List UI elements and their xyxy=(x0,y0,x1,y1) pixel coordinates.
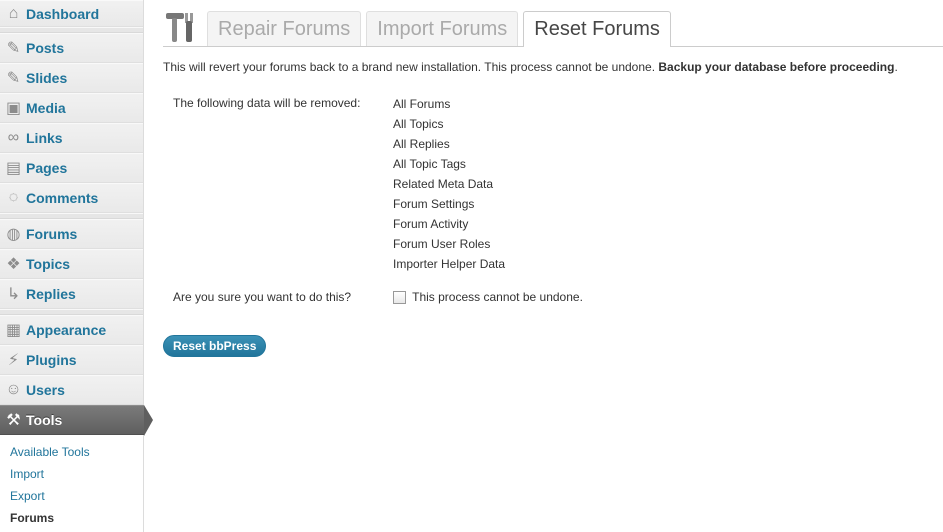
removed-data-label: The following data will be removed: xyxy=(173,96,361,110)
tools-submenu: Available Tools Import Export Forums xyxy=(0,435,144,532)
submenu-export[interactable]: Export xyxy=(0,485,143,507)
nav-tabs: Repair Forums Import Forums Reset Forums xyxy=(163,11,943,47)
intro-text: This will revert your forums back to a b… xyxy=(163,60,898,74)
list-item: Forum Settings xyxy=(393,197,475,211)
menu-label: Dashboard xyxy=(26,5,100,22)
submenu-import[interactable]: Import xyxy=(0,463,143,485)
media-icon: ▣ xyxy=(5,100,22,117)
removed-data-row: The following data will be removed: All … xyxy=(173,96,583,276)
menu-label: Links xyxy=(26,130,63,146)
main-content: Repair Forums Import Forums Reset Forums… xyxy=(144,0,943,532)
menu-label: Media xyxy=(26,100,66,116)
pushpin-icon: ✎ xyxy=(6,70,21,87)
menu-label: Plugins xyxy=(26,352,77,368)
comment-icon: ◌ xyxy=(8,189,19,206)
list-item: Forum Activity xyxy=(393,217,469,231)
pages-icon: ▤ xyxy=(5,160,22,177)
list-item: All Topics xyxy=(393,117,444,131)
backup-warning: Backup your database before proceeding xyxy=(658,60,895,74)
menu-slides[interactable]: ✎ Slides xyxy=(0,63,143,93)
tab-reset-forums[interactable]: Reset Forums xyxy=(523,11,671,47)
menu-appearance[interactable]: ▦ Appearance xyxy=(0,315,143,345)
list-item: All Forums xyxy=(393,97,451,111)
menu-forums[interactable]: ◍ Forums xyxy=(0,219,143,249)
dashboard-icon: ⌂ xyxy=(8,4,19,22)
menu-label: Comments xyxy=(26,190,99,206)
menu-label: Posts xyxy=(26,40,65,56)
menu-topics[interactable]: ❖ Topics xyxy=(0,249,143,279)
list-item: Related Meta Data xyxy=(393,177,494,191)
menu-tools[interactable]: ⚒ Tools xyxy=(0,405,153,436)
menu-dashboard[interactable]: ⌂ Dashboard xyxy=(0,0,143,27)
wp-admin: ⌂ Dashboard ✎ Posts ✎ Slides ▣ Media ∞ L… xyxy=(0,0,943,532)
menu-label: Forums xyxy=(26,226,78,242)
menu-plugins[interactable]: ⚡ Plugins xyxy=(0,345,143,375)
topics-icon: ❖ xyxy=(6,256,21,273)
pushpin-icon: ✎ xyxy=(6,40,21,57)
menu-label: Replies xyxy=(26,286,76,302)
plugin-icon: ⚡ xyxy=(7,352,20,369)
list-item: Forum User Roles xyxy=(393,237,491,251)
menu-label: Pages xyxy=(26,160,68,176)
menu-posts[interactable]: ✎ Posts xyxy=(0,33,143,63)
menu-label: Users xyxy=(26,382,65,398)
menu-replies[interactable]: ↳ Replies xyxy=(0,279,143,309)
confirm-field: This process cannot be undone. xyxy=(393,290,583,305)
appearance-icon: ▦ xyxy=(5,322,22,339)
menu-media[interactable]: ▣ Media xyxy=(0,93,143,123)
list-item: All Topic Tags xyxy=(393,157,466,171)
confirm-checkbox[interactable] xyxy=(393,291,406,305)
submenu-available-tools[interactable]: Available Tools xyxy=(0,441,143,463)
menu-users[interactable]: ☺ Users xyxy=(0,375,143,405)
menu-comments[interactable]: ◌ Comments xyxy=(0,183,143,213)
forums-icon: ◍ xyxy=(6,226,21,243)
menu-label: Topics xyxy=(26,256,71,272)
menu-pages[interactable]: ▤ Pages xyxy=(0,153,143,183)
reset-form: The following data will be removed: All … xyxy=(173,96,583,305)
link-icon: ∞ xyxy=(7,129,20,146)
admin-sidebar: ⌂ Dashboard ✎ Posts ✎ Slides ▣ Media ∞ L… xyxy=(0,0,153,532)
tools-icon: ⚒ xyxy=(6,412,21,429)
removed-data-list: All Forums All Topics All Replies All To… xyxy=(393,96,505,276)
confirm-label: Are you sure you want to do this? xyxy=(173,290,352,305)
list-item: Importer Helper Data xyxy=(393,257,506,271)
tab-import-forums[interactable]: Import Forums xyxy=(366,11,519,46)
intro-sentence: This will revert your forums back to a b… xyxy=(163,60,659,74)
intro-end: . xyxy=(894,60,898,74)
menu-label: Appearance xyxy=(26,322,107,338)
confirm-row: Are you sure you want to do this? This p… xyxy=(173,290,583,305)
users-icon: ☺ xyxy=(5,381,22,398)
list-item: All Replies xyxy=(393,137,450,151)
menu-label: Slides xyxy=(26,70,68,86)
reset-bbpress-button[interactable]: Reset bbPress xyxy=(163,335,267,357)
submenu-forums[interactable]: Forums xyxy=(0,507,143,529)
tab-repair-forums[interactable]: Repair Forums xyxy=(207,11,362,46)
replies-icon: ↳ xyxy=(6,286,21,303)
menu-label: Tools xyxy=(26,412,63,428)
menu-links[interactable]: ∞ Links xyxy=(0,123,143,153)
tools-page-icon xyxy=(166,13,193,42)
confirm-checkbox-label[interactable]: This process cannot be undone. xyxy=(412,290,583,304)
